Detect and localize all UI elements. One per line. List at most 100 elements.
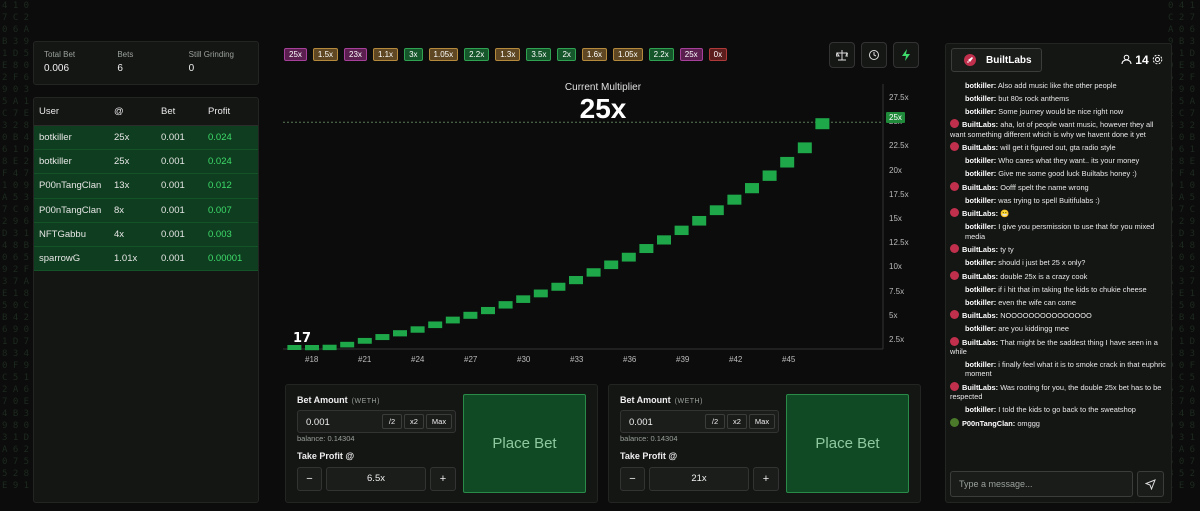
chat-username[interactable]: BuiltLabs: [962,338,998,347]
take-profit-input[interactable]: 6.5x [326,467,426,491]
double-button[interactable]: x2 [404,414,424,429]
balance-text: balance: 0.14304 [620,434,678,443]
chart-point [709,205,724,216]
chat-username[interactable]: BuiltLabs: [962,272,998,281]
max-button[interactable]: Max [426,414,452,429]
chat-username[interactable]: botkiller: [965,285,996,294]
chat-username[interactable]: botkiller: [965,169,996,178]
chat-panel: BuiltLabs 14 botkiller: Also add music l… [945,43,1172,503]
history-pill[interactable]: 1.05x [428,48,459,61]
chart-point [498,301,513,309]
chat-username[interactable]: botkiller: [965,107,996,116]
chat-username[interactable]: BuiltLabs: [962,143,998,152]
history-pill[interactable]: 2.2x [464,48,490,61]
chart-point [657,235,671,245]
chat-username[interactable]: BuiltLabs: [962,120,998,129]
chat-username[interactable]: BuiltLabs: [962,183,998,192]
chat-username[interactable]: botkiller: [965,196,996,205]
bet-amount-label: Bet Amount (WETH) [620,395,703,405]
chat-username[interactable]: botkiller: [965,156,996,165]
history-pill[interactable]: 1.05x [613,48,643,61]
table-row: NFTGabbu 4x 0.001 0.003 [34,222,258,247]
chat-username[interactable]: BuiltLabs: [962,209,998,218]
bet-amount-text: Bet Amount [620,395,671,405]
chat-text: if i hit that im taking the kids to chuk… [998,284,1147,294]
chat-username[interactable]: BuiltLabs: [962,311,998,320]
chat-username[interactable]: BuiltLabs: [962,245,998,254]
chat-input-box[interactable] [950,471,1133,497]
avatar [950,181,959,191]
history-pill[interactable]: 1.1x [372,48,399,61]
decrease-button[interactable]: − [297,467,322,491]
history-pill[interactable]: 0x [708,48,728,61]
decrease-button[interactable]: − [620,467,645,491]
place-bet-button[interactable]: Place Bet [463,394,586,493]
chart-point [674,225,689,236]
chat-message: BuiltLabs: NOOOOOOOOOOOOOOO [950,310,1166,320]
chat-username[interactable]: botkiller: [965,258,996,267]
cell-at: 8x [114,204,125,216]
cell-profit: 0.024 [208,156,232,168]
history-pill[interactable]: 2.2x [648,48,674,61]
chart-point [463,311,478,319]
cell-at: 13x [114,180,130,192]
take-profit-input[interactable]: 21x [649,467,749,491]
y-tick-label: 27.5x [889,93,909,102]
send-icon[interactable] [1137,471,1164,497]
history-pill[interactable]: 25x [284,48,307,61]
chat-message: BuiltLabs: That might be the saddest thi… [950,336,1166,357]
history-pill[interactable]: 25x [679,48,703,61]
half-button[interactable]: /2 [705,414,725,429]
x-tick-label: #42 [729,355,743,364]
history-pill[interactable]: 2x [557,48,576,61]
y-tick-label: 7.5x [889,286,905,296]
chat-username[interactable]: P00nTangClan: [962,419,1015,428]
chat-username[interactable]: botkiller: [965,94,996,103]
avatar [950,142,959,152]
cell-bet: 0.001 [161,132,185,144]
chat-username[interactable]: botkiller: [965,222,996,231]
chat-text: double 25x is a crazy cook [1000,271,1088,281]
chat-text: i finally feel what it is to smoke crack… [965,360,1166,379]
cell-at: 25x [114,156,130,168]
history-pill[interactable]: 3.5x [526,48,552,61]
history-pill[interactable]: 1.5x [312,48,339,61]
x-tick-label: #24 [411,355,425,364]
chat-text: Some journey would be nice right now [998,106,1124,116]
chat-username[interactable]: BuiltLabs: [962,383,998,392]
chart-point [797,142,812,154]
double-button[interactable]: x2 [727,414,747,429]
table-row: botkiller 25x 0.001 0.024 [34,126,258,151]
bet-panel: Bet Amount (WETH) 0.001/2 x2 Max balance: 0.1… [285,384,598,503]
bets-table: User @ Bet Profit botkiller 25x 0.001 0.024… [33,97,259,503]
place-bet-button[interactable]: Place Bet [786,394,909,493]
chat-username[interactable]: botkiller: [965,324,996,333]
chat-message-input[interactable] [951,472,1132,496]
lightning-icon[interactable] [893,42,919,68]
x-tick-label: #27 [464,355,478,364]
history-pill[interactable]: 1.3x [495,48,521,61]
gear-icon[interactable] [1152,54,1163,65]
history-pill[interactable]: 3x [404,48,423,61]
chat-username[interactable]: botkiller: [965,81,996,90]
header-bet: Bet [161,106,176,117]
max-button[interactable]: Max [749,414,775,429]
bet-amount-input[interactable]: 0.001/2 x2 Max [297,410,456,433]
history-icon[interactable] [861,42,887,68]
chat-room-button[interactable]: BuiltLabs [951,48,1042,72]
history-pill[interactable]: 23x [344,48,367,61]
scale-icon[interactable] [829,42,855,68]
stat-label: Bets [117,50,134,59]
chat-text: Also add music like the other people [997,81,1117,90]
chat-username[interactable]: botkiller: [965,298,996,307]
chat-username[interactable]: botkiller: [965,405,996,414]
chat-username[interactable]: botkiller: [965,360,996,369]
cell-profit: 0.012 [208,180,232,192]
bet-amount-input[interactable]: 0.001/2 x2 Max [620,410,779,433]
chart-point [393,330,407,337]
half-button[interactable]: /2 [382,414,402,429]
increase-button[interactable]: + [753,467,779,491]
history-pill[interactable]: 1.6x [581,48,608,61]
increase-button[interactable]: + [430,467,456,491]
current-value-tag: 25x [886,112,905,123]
